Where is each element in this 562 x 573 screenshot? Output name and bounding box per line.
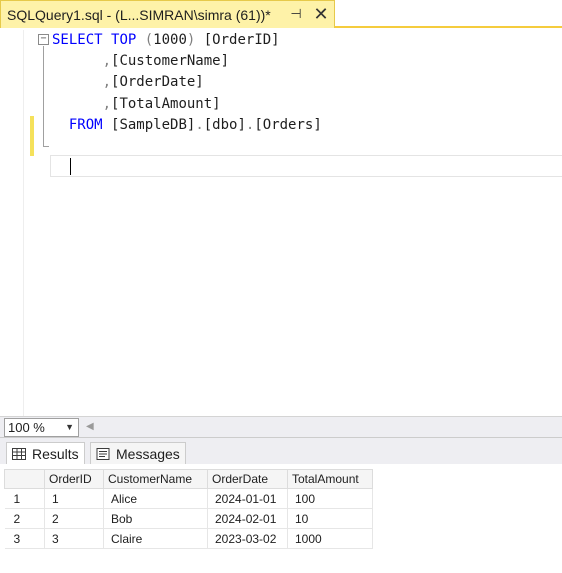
column-header[interactable]: OrderDate — [207, 469, 288, 489]
code-token: [OrderDate] — [111, 74, 204, 91]
code-line[interactable]: FROM [SampleDB].[dbo].[Orders] — [52, 115, 322, 136]
table-cell[interactable]: 2 — [44, 508, 104, 529]
fold-line-end — [43, 146, 49, 147]
table-cell[interactable]: 3 — [44, 528, 104, 549]
sql-code[interactable]: SELECT TOP (1000) [OrderID] ,[CustomerNa… — [52, 30, 322, 136]
table-cell[interactable]: 2023-03-02 — [207, 528, 288, 549]
table-cell[interactable]: 2024-02-01 — [207, 508, 288, 529]
table-cell[interactable]: 2024-01-01 — [207, 488, 288, 509]
code-token: . — [195, 116, 204, 133]
table-row[interactable]: 2 2 Bob 2024-02-01 10 — [4, 508, 373, 529]
code-token: 1000 — [153, 32, 187, 48]
query-tab-title: SQLQuery1.sql - (L...SIMRAN\simra (61))* — [7, 6, 271, 23]
code-token: , — [102, 95, 112, 112]
code-token: [CustomerName] — [111, 53, 230, 70]
grid-header-row: OrderID CustomerName OrderDate TotalAmou… — [4, 469, 373, 489]
text-caret — [70, 158, 71, 175]
messages-icon — [96, 447, 110, 460]
column-header[interactable]: TotalAmount — [287, 469, 373, 489]
table-cell[interactable]: 100 — [287, 488, 373, 509]
code-token: [Orders] — [254, 116, 322, 133]
tab-messages[interactable]: Messages — [90, 442, 186, 464]
row-number-header[interactable] — [4, 469, 45, 489]
code-token: , — [102, 53, 112, 70]
code-token: ) — [186, 32, 204, 48]
results-tab-strip: Results Messages — [0, 438, 562, 464]
scroll-left-icon[interactable]: ◀ — [86, 421, 96, 433]
row-number[interactable]: 3 — [4, 528, 45, 549]
table-cell[interactable]: 1 — [44, 488, 104, 509]
tab-results-label: Results — [32, 445, 79, 462]
code-line[interactable]: ,[OrderDate] — [52, 72, 322, 93]
code-token: [TotalAmount] — [111, 95, 221, 112]
code-token: TOP — [111, 32, 145, 48]
code-token: [SampleDB] — [111, 116, 196, 133]
editor-gutter — [0, 30, 24, 416]
dropdown-arrow-icon: ▼ — [65, 422, 74, 432]
pin-icon[interactable]: ⊣ — [289, 6, 303, 22]
code-token: , — [102, 74, 112, 91]
code-token: SELECT — [52, 32, 112, 48]
code-token: [OrderID] — [203, 32, 280, 48]
query-editor[interactable]: − SELECT TOP (1000) [OrderID] ,[Customer… — [0, 30, 562, 416]
collapse-icon[interactable]: − — [38, 34, 49, 45]
current-line-highlight — [50, 155, 562, 177]
code-line[interactable]: ,[CustomerName] — [52, 51, 322, 72]
table-cell[interactable]: Bob — [103, 508, 208, 529]
results-grid[interactable]: OrderID CustomerName OrderDate TotalAmou… — [4, 469, 373, 549]
change-marker — [30, 116, 34, 156]
column-header[interactable]: OrderID — [44, 469, 104, 489]
results-pane: Results Messages OrderID CustomerName Or… — [0, 437, 562, 573]
close-icon[interactable]: ✕ — [313, 4, 329, 24]
row-number[interactable]: 1 — [4, 488, 45, 509]
query-tab[interactable]: SQLQuery1.sql - (L...SIMRAN\simra (61))*… — [0, 0, 335, 28]
grid-icon — [12, 447, 26, 460]
table-row[interactable]: 3 3 Claire 2023-03-02 1000 — [4, 528, 373, 549]
table-cell[interactable]: Claire — [103, 528, 208, 549]
editor-status-bar: 100 % ▼ ◀ — [0, 416, 562, 437]
table-cell[interactable]: 1000 — [287, 528, 373, 549]
table-row[interactable]: 1 1 Alice 2024-01-01 100 — [4, 488, 373, 509]
code-token: FROM — [52, 116, 112, 133]
zoom-value: 100 % — [8, 420, 45, 435]
fold-line — [43, 46, 44, 146]
code-token: ( — [144, 32, 154, 48]
code-line[interactable]: SELECT TOP (1000) [OrderID] — [52, 30, 322, 51]
column-header[interactable]: CustomerName — [103, 469, 208, 489]
table-cell[interactable]: Alice — [103, 488, 208, 509]
row-number[interactable]: 2 — [4, 508, 45, 529]
zoom-dropdown[interactable]: 100 % ▼ — [4, 418, 79, 437]
tab-messages-label: Messages — [116, 445, 180, 462]
table-cell[interactable]: 10 — [287, 508, 373, 529]
document-tab-strip: SQLQuery1.sql - (L...SIMRAN\simra (61))*… — [0, 0, 562, 28]
code-token: [dbo] — [203, 116, 246, 133]
code-line[interactable]: ,[TotalAmount] — [52, 94, 322, 115]
tab-results[interactable]: Results — [6, 442, 85, 464]
